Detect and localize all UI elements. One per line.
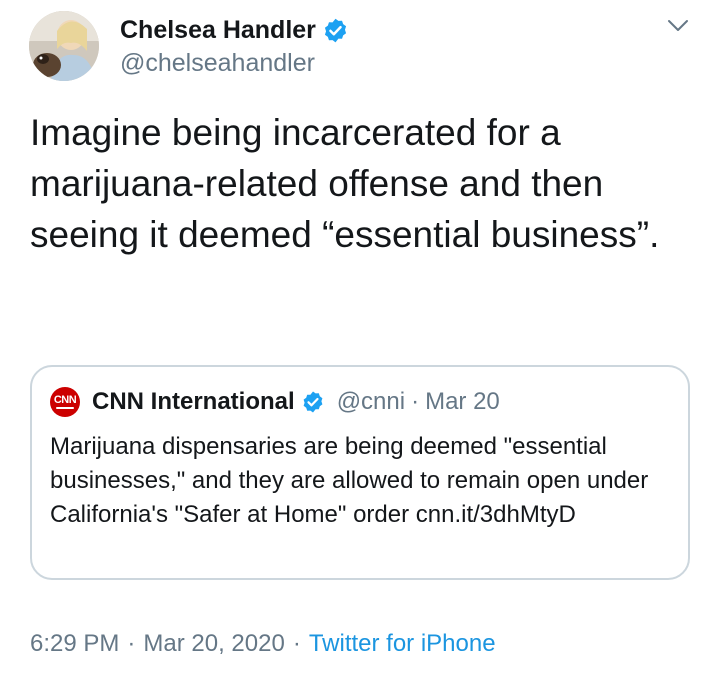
tweet-text: Imagine being incarcerated for a marijua… (30, 112, 660, 255)
avatar[interactable] (29, 11, 99, 81)
quoted-tweet-text: Marijuana dispensaries are being deemed … (50, 433, 649, 528)
tweet-source-link[interactable]: Twitter for iPhone (309, 630, 496, 658)
tweet-card: Chelsea Handler @chelseahandler Imagine … (0, 0, 720, 678)
tweet-date[interactable]: Mar 20, 2020 (143, 630, 284, 658)
author-handle[interactable]: @chelseahandler (120, 49, 315, 78)
tweet-meta: 6:29 PM · Mar 20, 2020 · Twitter for iPh… (30, 630, 496, 658)
quoted-date[interactable]: Mar 20 (425, 388, 500, 416)
avatar-photo (29, 11, 99, 81)
quoted-separator: · (411, 388, 420, 415)
quoted-handle[interactable]: @cnni (337, 388, 405, 416)
quoted-display-name[interactable]: CNN International (92, 388, 295, 416)
quoted-tweet-header: CNN CNN International @cnni · Mar 20 (50, 385, 500, 419)
quoted-tweet-card[interactable]: CNN CNN International @cnni · Mar 20 Mar… (30, 365, 690, 580)
chevron-down-icon[interactable] (666, 14, 690, 38)
author-name-row[interactable]: Chelsea Handler (120, 14, 349, 46)
tweet-time[interactable]: 6:29 PM (30, 630, 119, 658)
verified-badge-icon (301, 390, 325, 414)
cnn-logo-text: CNN (53, 394, 77, 406)
author-display-name[interactable]: Chelsea Handler (120, 16, 316, 45)
cnn-logo-icon[interactable]: CNN (50, 387, 80, 417)
meta-separator: · (127, 630, 136, 657)
verified-badge-icon (322, 17, 349, 44)
cnn-logo-underline (56, 407, 74, 409)
meta-separator: · (292, 630, 301, 657)
